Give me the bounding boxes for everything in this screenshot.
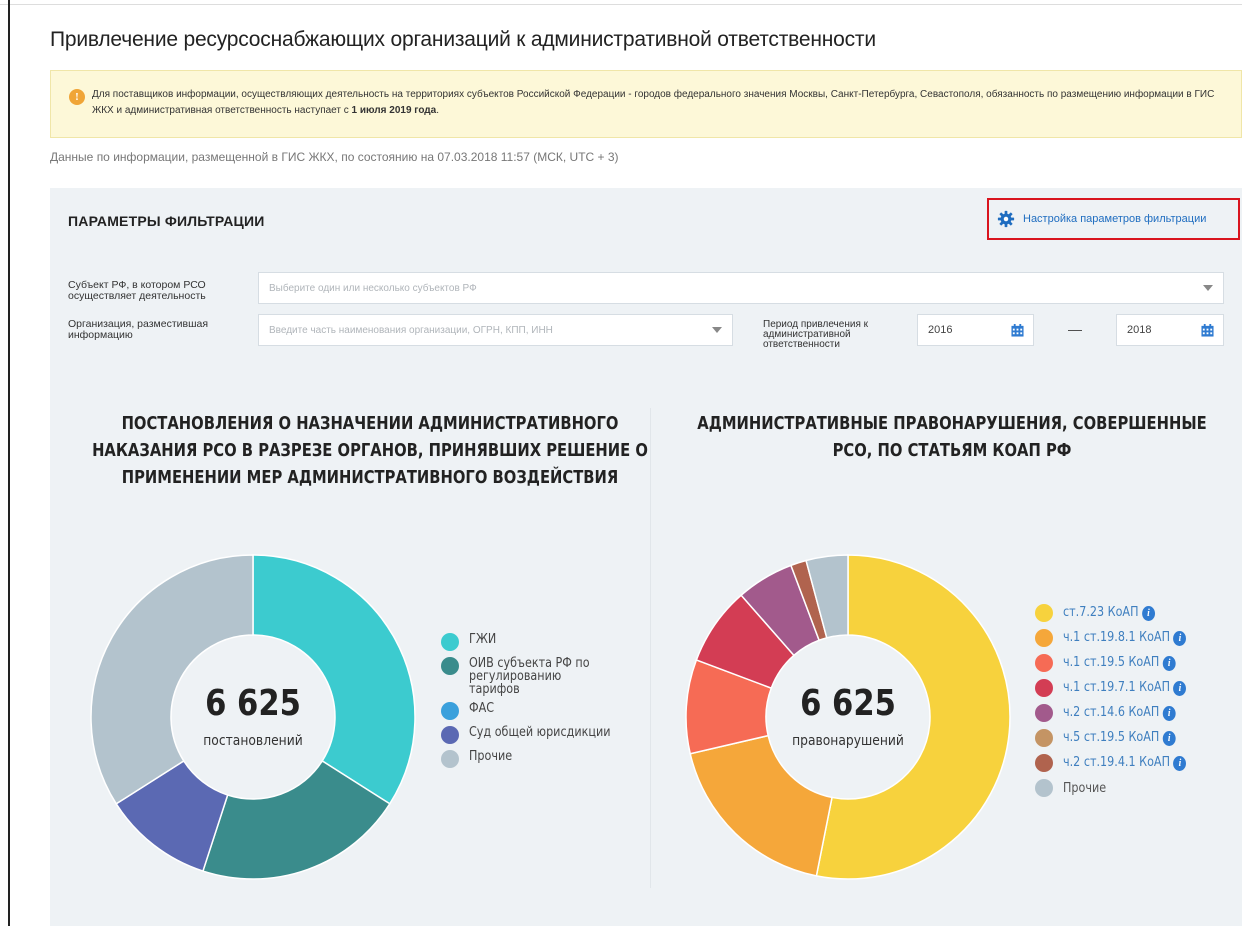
- period-label: Период привлечения к административной от…: [763, 319, 869, 350]
- filter-settings-link[interactable]: Настройка параметров фильтрации: [987, 198, 1240, 240]
- legend-label: Прочие: [469, 749, 513, 764]
- chart1-total: 6 625: [205, 683, 301, 724]
- filter-settings-label: Настройка параметров фильтрации: [1023, 213, 1207, 225]
- chevron-down-icon[interactable]: [712, 327, 722, 333]
- subject-select[interactable]: Выберите один или несколько субъектов РФ: [258, 272, 1224, 304]
- calendar-icon[interactable]: [1011, 324, 1024, 337]
- chart1-legend-item[interactable]: ГЖИ: [441, 633, 634, 651]
- gear-icon: [997, 210, 1015, 228]
- chart2-legend-item[interactable]: ч.2 ст.14.6 КоАП i: [1035, 703, 1206, 723]
- period-from-value: 2016: [928, 324, 953, 336]
- chart2-legend-item[interactable]: ч.1 ст.19.5 КоАП i: [1035, 653, 1206, 673]
- legend-label: Суд общей юрисдикции: [469, 725, 611, 740]
- page-title: Привлечение ресурсоснабжающих организаци…: [50, 28, 876, 51]
- legend-color-swatch: [1035, 654, 1053, 672]
- legend-color-swatch: [1035, 754, 1053, 772]
- notice-text-end: .: [436, 105, 439, 116]
- chart2-legend-item[interactable]: ч.1 ст.19.7.1 КоАП i: [1035, 678, 1206, 698]
- legend-label: ФАС: [469, 701, 495, 716]
- legend-color-swatch: [1035, 629, 1053, 647]
- legend-label: ч.5 ст.19.5 КоАП i: [1063, 730, 1176, 746]
- legend-label: ч.1 ст.19.8.1 КоАП i: [1063, 630, 1187, 646]
- legend-color-swatch: [441, 702, 459, 720]
- info-icon[interactable]: i: [1162, 655, 1176, 671]
- legend-label: Прочие: [1063, 780, 1107, 796]
- window-top-border: [0, 4, 1242, 5]
- legend-color-swatch: [441, 657, 459, 675]
- notice-text: Для поставщиков информации, осуществляющ…: [92, 87, 1232, 119]
- chart1-slice-4[interactable]: [90, 554, 254, 805]
- legend-color-swatch: [441, 633, 459, 651]
- period-dash: —: [1068, 321, 1082, 337]
- chart1-title: ПОСТАНОВЛЕНИЯ О НАЗНАЧЕНИИ АДМИНИСТРАТИВ…: [92, 413, 648, 488]
- org-placeholder: Введите часть наименования организации, …: [269, 324, 553, 336]
- info-icon[interactable]: i: [1162, 705, 1176, 721]
- org-label: Организация, разместившая информацию: [68, 318, 209, 341]
- chart1-total-caption: постановлений: [203, 733, 303, 749]
- chart2-slice-1[interactable]: [689, 734, 833, 877]
- legend-color-swatch: [441, 750, 459, 768]
- period-to-value: 2018: [1127, 324, 1152, 336]
- chart1-legend: ГЖИ ОИВ субъекта РФ по регулированию тари…: [441, 633, 634, 774]
- info-icon[interactable]: i: [1162, 730, 1176, 746]
- info-icon: !: [69, 89, 85, 105]
- chart1-slice-0[interactable]: [252, 554, 416, 805]
- legend-label: ч.1 ст.19.7.1 КоАП i: [1063, 680, 1187, 696]
- legend-label: ч.2 ст.14.6 КоАП i: [1063, 705, 1176, 721]
- chevron-down-icon[interactable]: [1203, 285, 1213, 291]
- notice-banner: ! Для поставщиков информации, осуществля…: [50, 70, 1242, 138]
- info-icon[interactable]: i: [1173, 630, 1187, 646]
- legend-label: ст.7.23 КоАП i: [1063, 605, 1155, 621]
- subject-placeholder: Выберите один или несколько субъектов РФ: [269, 282, 477, 294]
- legend-color-swatch: [1035, 679, 1053, 697]
- window-left-border: [8, 0, 10, 926]
- data-date-info: Данные по информации, размещенной в ГИС …: [50, 150, 619, 164]
- chart2-legend-item[interactable]: ст.7.23 КоАП i: [1035, 603, 1206, 623]
- legend-label: ч.1 ст.19.5 КоАП i: [1063, 655, 1176, 671]
- chart2-title: АДМИНИСТРАТИВНЫЕ ПРАВОНАРУШЕНИЯ, СОВЕРШЕ…: [697, 413, 1207, 461]
- chart1-legend-item[interactable]: ОИВ субъекта РФ по регулированию тарифов: [441, 657, 634, 696]
- legend-color-swatch: [1035, 704, 1053, 722]
- legend-color-swatch: [1035, 604, 1053, 622]
- chart1-legend-item[interactable]: Прочие: [441, 750, 634, 768]
- legend-label: ОИВ субъекта РФ по регулированию тарифов: [469, 656, 590, 697]
- chart2-legend-item[interactable]: ч.2 ст.19.4.1 КоАП i: [1035, 753, 1206, 773]
- chart2-total: 6 625: [800, 683, 896, 724]
- chart2-legend-item[interactable]: ч.5 ст.19.5 КоАП i: [1035, 728, 1206, 748]
- chart1-legend-item[interactable]: Суд общей юрисдикции: [441, 726, 634, 744]
- info-icon[interactable]: i: [1141, 605, 1155, 621]
- calendar-icon[interactable]: [1201, 324, 1214, 337]
- notice-text-part: Для поставщиков информации, осуществляющ…: [92, 89, 1215, 116]
- legend-label: ч.2 ст.19.4.1 КоАП i: [1063, 755, 1187, 771]
- chart1-legend-item[interactable]: ФАС: [441, 702, 634, 720]
- chart-divider: [650, 408, 651, 888]
- chart2-total-caption: правонарушений: [792, 733, 904, 749]
- period-to-input[interactable]: 2018: [1116, 314, 1224, 346]
- info-icon[interactable]: i: [1173, 680, 1187, 696]
- chart2-legend-item[interactable]: Прочие: [1035, 778, 1206, 798]
- legend-color-swatch: [441, 726, 459, 744]
- chart2-legend-item[interactable]: ч.1 ст.19.8.1 КоАП i: [1035, 628, 1206, 648]
- org-search-input[interactable]: Введите часть наименования организации, …: [258, 314, 733, 346]
- filter-title: ПАРАМЕТРЫ ФИЛЬТРАЦИИ: [68, 213, 265, 229]
- legend-label: ГЖИ: [469, 632, 497, 647]
- chart2-legend: ст.7.23 КоАП i ч.1 ст.19.8.1 КоАП i ч.1 ст.1…: [1035, 603, 1206, 803]
- info-icon[interactable]: i: [1173, 755, 1187, 771]
- legend-color-swatch: [1035, 779, 1053, 797]
- period-from-input[interactable]: 2016: [917, 314, 1034, 346]
- subject-label: Субъект РФ, в котором РСО осуществляет д…: [68, 279, 206, 302]
- notice-date: 1 июля 2019 года: [351, 105, 437, 116]
- legend-color-swatch: [1035, 729, 1053, 747]
